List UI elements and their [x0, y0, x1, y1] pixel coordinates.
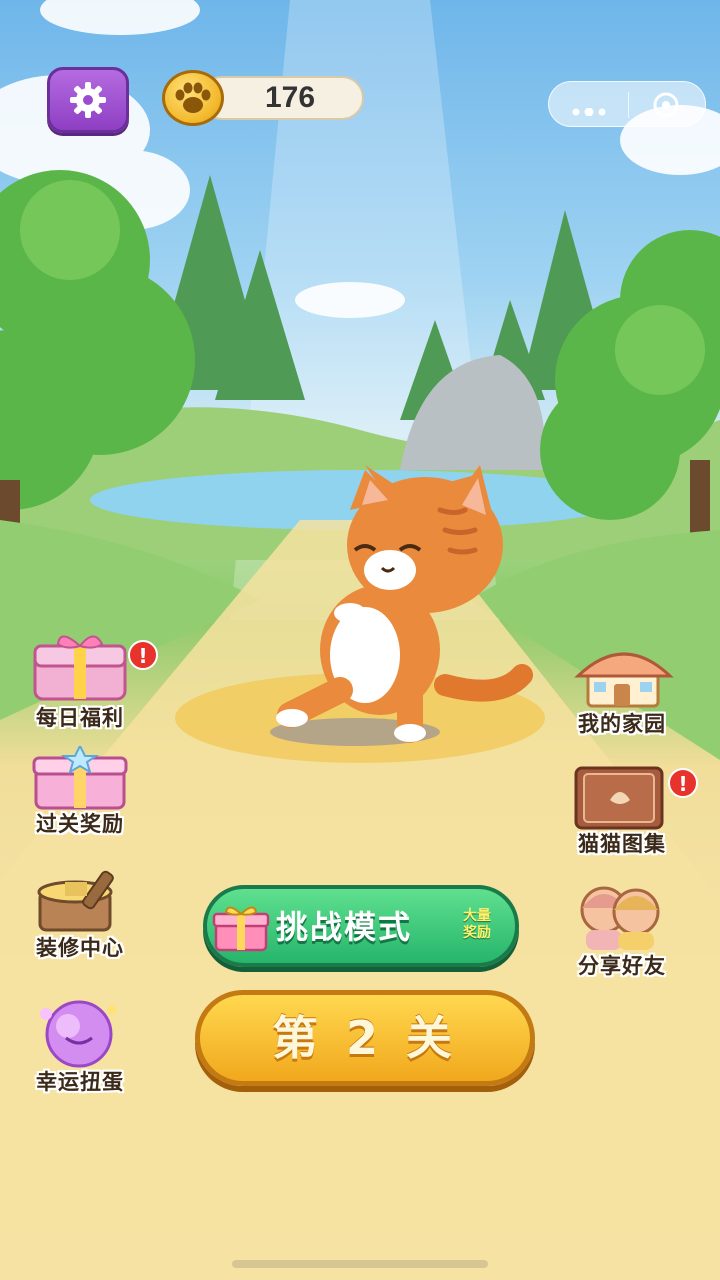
cat-character[interactable] [270, 450, 540, 750]
alert-badge: ! [128, 640, 158, 670]
menu-share-friends[interactable]: 分享好友 [552, 880, 692, 980]
paw-coin-icon [162, 70, 224, 126]
alert-badge: ! [668, 768, 698, 798]
capsule-divider [628, 92, 629, 118]
mini-program-capsule [548, 81, 706, 127]
gacha-ball-icon [40, 1000, 117, 1068]
coin-count: 176 [264, 81, 316, 114]
more-dots-icon[interactable] [571, 101, 607, 117]
gift-box-icon [32, 746, 128, 810]
menu-decoration-center[interactable]: 装修中心 [10, 862, 150, 962]
menu-label-daily-benefits: 每日福利 [36, 706, 124, 730]
bonus-tag-line2: 奖励 [463, 925, 491, 941]
level-label: 第 2 关 [271, 1011, 459, 1065]
target-circle-icon[interactable] [652, 91, 680, 119]
bonus-tag-line1: 大量 [463, 908, 491, 924]
gift-chest-icon [33, 635, 127, 701]
challenge-mode-label: 挑战模式 [276, 908, 413, 946]
home-indicator [232, 1260, 488, 1268]
book-icon [574, 766, 664, 830]
house-icon [574, 652, 674, 708]
friends-icon [580, 886, 660, 950]
menu-label-my-home: 我的家园 [578, 712, 666, 736]
menu-level-rewards[interactable]: 过关奖励 [10, 738, 150, 838]
menu-label-lucky-gacha: 幸运扭蛋 [36, 1070, 124, 1094]
gift-icon [212, 906, 270, 952]
menu-label-level-rewards: 过关奖励 [36, 812, 124, 836]
menu-my-home[interactable]: 我的家园 [552, 638, 692, 738]
menu-lucky-gacha[interactable]: 幸运扭蛋 [10, 996, 150, 1096]
bonus-tag: 大量 奖励 [456, 908, 498, 948]
menu-label-share-friends: 分享好友 [578, 954, 666, 978]
gear-icon [70, 82, 106, 118]
settings-button[interactable] [47, 67, 129, 133]
menu-label-cat-album: 猫猫图集 [578, 832, 666, 856]
menu-label-decoration-center: 装修中心 [36, 936, 124, 960]
game-screen: 176 ! 每日福利 过关奖励 装修中心 幸运扭蛋 我的家园 ! 猫猫图集 分享… [0, 0, 720, 1280]
paint-bucket-icon [37, 870, 114, 932]
menu-cat-album[interactable]: ! 猫猫图集 [552, 758, 698, 858]
menu-daily-benefits[interactable]: ! 每日福利 [10, 632, 158, 732]
